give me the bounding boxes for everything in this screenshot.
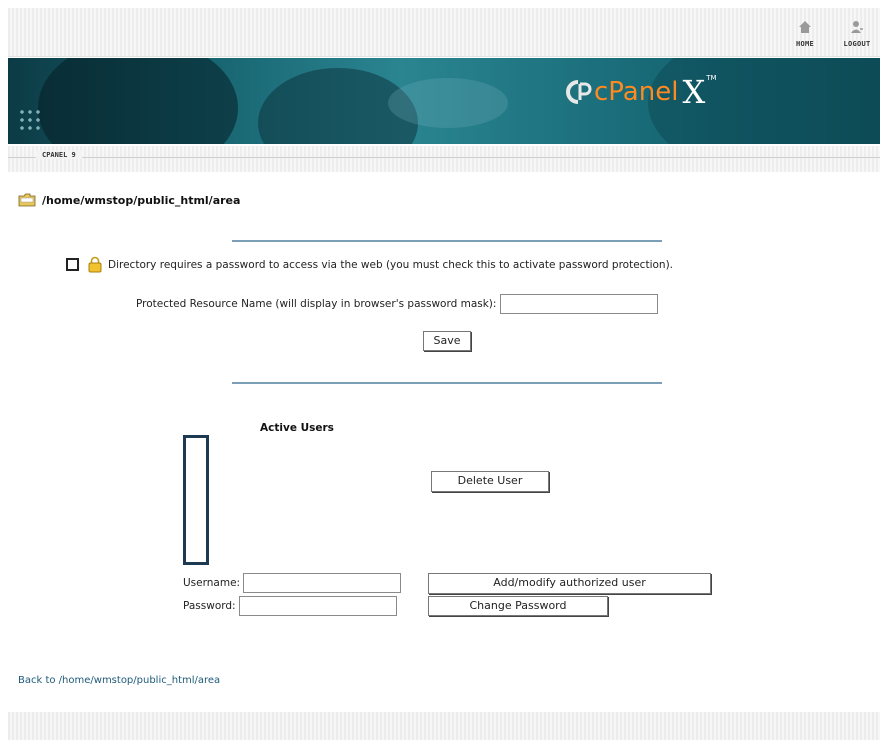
cpanel-logo-icon [566,80,592,104]
cpanel-logo-tm: TM [706,74,717,82]
add-modify-user-button[interactable]: Add/modify authorized user [428,573,711,594]
protection-row: Directory requires a password to access … [66,256,673,273]
password-label: Password: [183,600,236,612]
top-nav: HOME LOGOUT [788,20,874,48]
password-protect-label: Directory requires a password to access … [108,258,674,271]
delete-user-button[interactable]: Delete User [431,471,549,492]
divider [232,240,662,242]
username-row: Username: [183,573,402,593]
save-button[interactable]: Save [423,331,471,351]
cpanel-banner: cPanel X TM [8,58,880,144]
directory-path: /home/wmstop/public_html/area [18,193,240,207]
lock-icon [88,256,102,273]
logout-icon [851,21,863,33]
breadcrumb[interactable]: CPANEL 9 [36,151,82,159]
cpanel-logo: cPanel X TM [564,73,717,111]
divider [232,382,662,384]
top-bar: HOME LOGOUT [8,8,880,57]
folder-icon [18,193,36,207]
logout-label: LOGOUT [843,40,871,48]
directory-path-label: /home/wmstop/public_html/area [42,193,241,207]
banner-highlight [388,78,508,128]
password-protect-checkbox[interactable] [66,258,79,271]
password-input[interactable] [238,596,397,616]
home-icon [799,21,811,33]
active-users-title: Active Users [260,422,334,434]
cpanel-logo-text: cPanel [594,77,679,107]
cpanel-logo-x: X [682,73,706,111]
resource-name-row: Protected Resource Name (will display in… [136,294,659,314]
footer-bar [8,712,880,740]
banner-shade [38,58,238,144]
username-input[interactable] [243,573,402,593]
breadcrumb-line [8,157,880,158]
logout-button[interactable]: LOGOUT [840,20,874,48]
password-row: Password: [183,596,397,616]
change-password-button[interactable]: Change Password [428,596,608,616]
back-link[interactable]: Back to /home/wmstop/public_html/area [18,675,220,686]
breadcrumb-bar: CPANEL 9 [8,146,880,172]
resource-name-label: Protected Resource Name (will display in… [136,298,497,310]
active-users-list[interactable] [183,435,209,565]
banner-dots [18,108,44,134]
home-label: HOME [795,40,815,48]
username-label: Username: [183,577,241,589]
resource-name-input[interactable] [500,294,659,314]
home-button[interactable]: HOME [788,20,822,48]
